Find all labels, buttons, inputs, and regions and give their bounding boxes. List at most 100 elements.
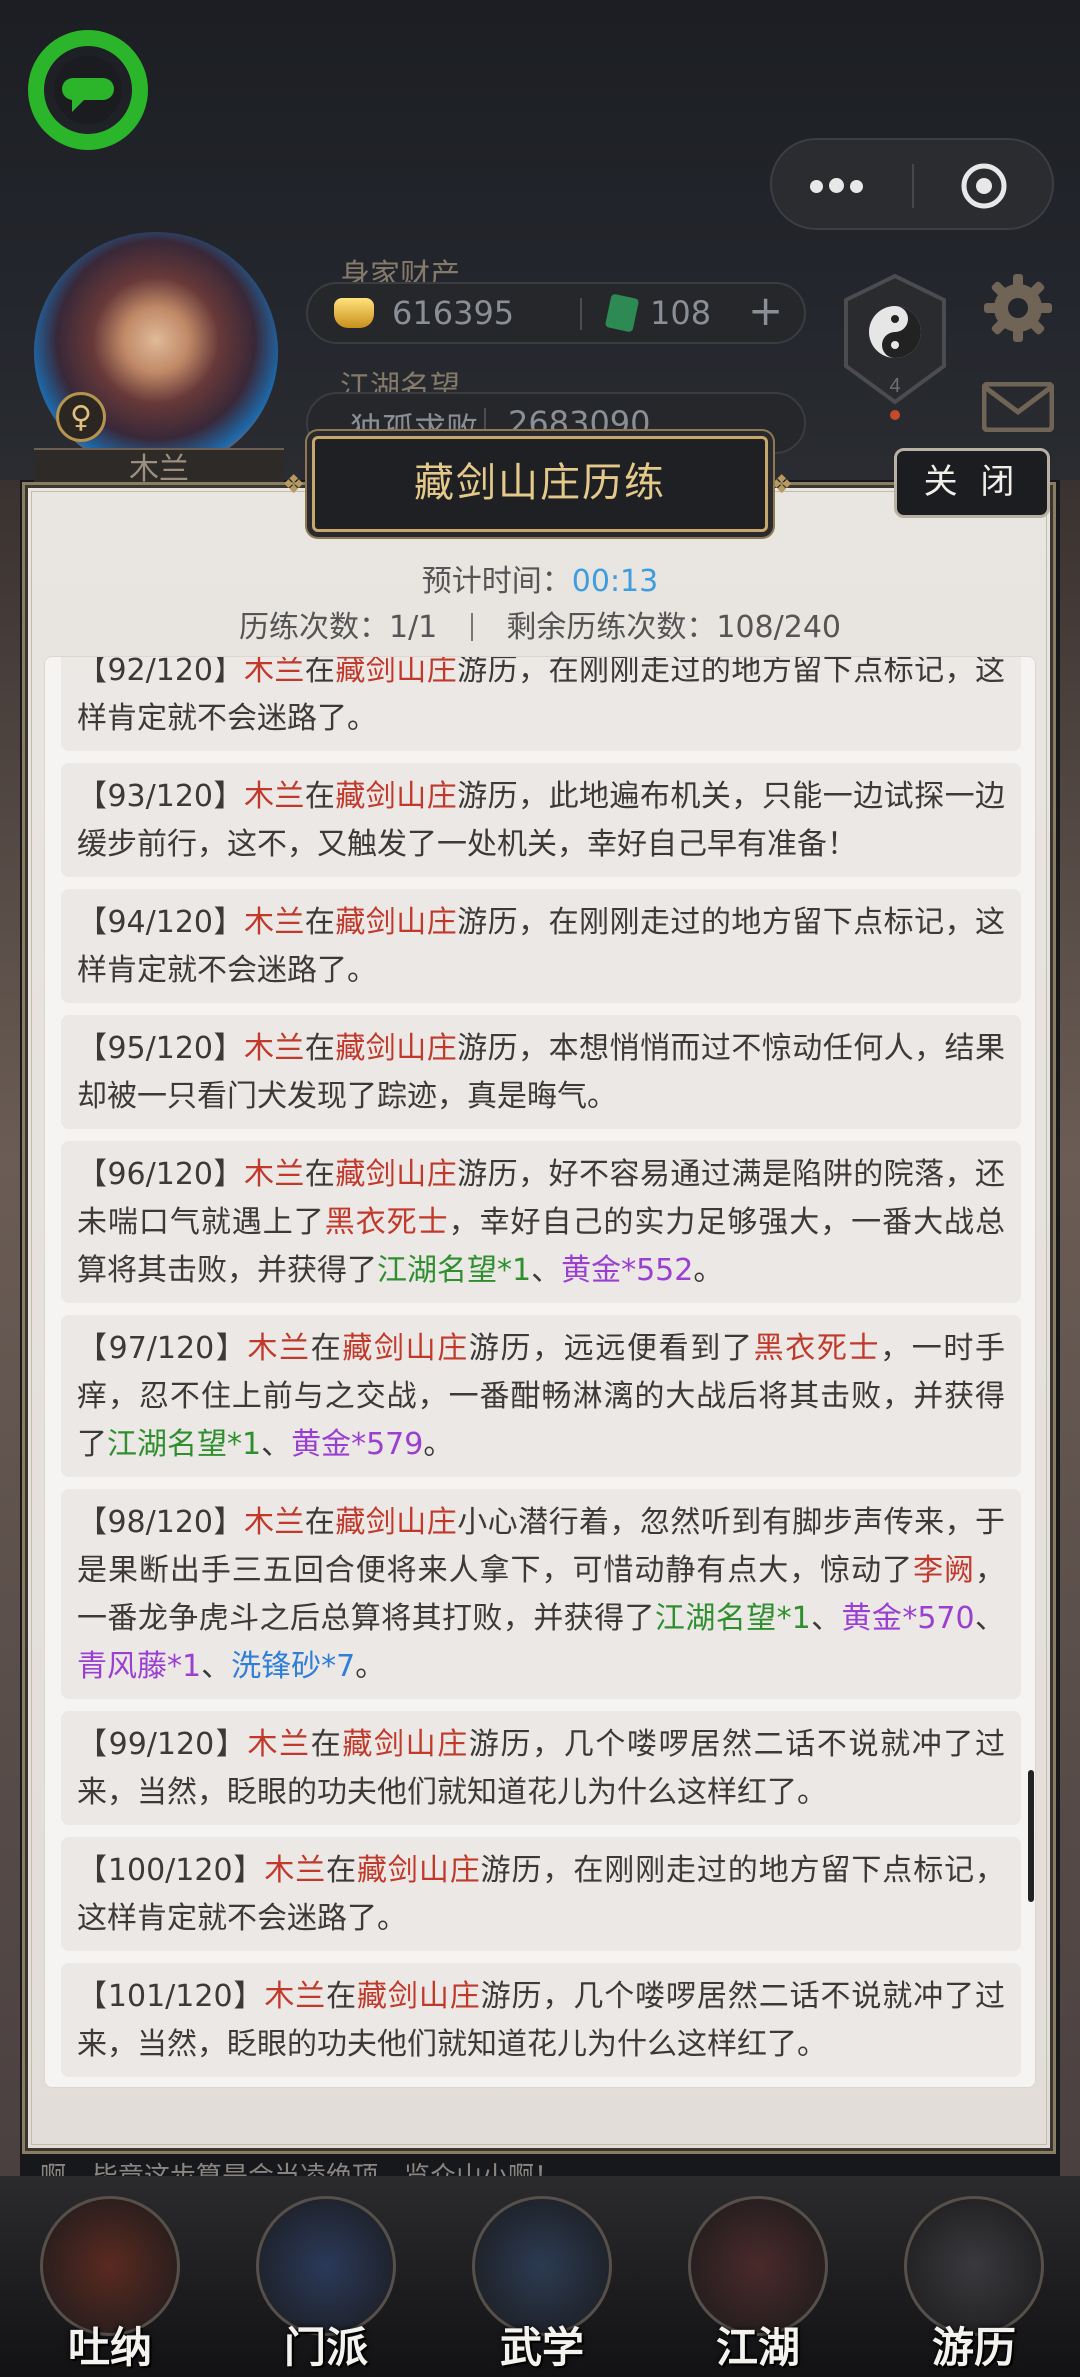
log-highlight-red: 木兰 bbox=[243, 779, 305, 814]
nav-label: 吐纳 bbox=[67, 2323, 152, 2372]
log-text: 。 bbox=[355, 1649, 386, 1684]
log-text: 、 bbox=[201, 1649, 232, 1684]
log-highlight-red: 藏剑山庄 bbox=[335, 905, 458, 940]
log-entry: 【101/120】木兰在藏剑山庄游历，几个喽啰居然二话不说就冲了过来，当然，眨眼… bbox=[61, 1963, 1021, 2077]
add-currency-button[interactable]: + bbox=[748, 286, 783, 335]
close-button[interactable]: 关 闭 bbox=[894, 448, 1050, 518]
nav-item-1[interactable]: 门派 bbox=[246, 2176, 406, 2376]
log-highlight-red: 木兰 bbox=[243, 905, 305, 940]
log-highlight-red: 木兰 bbox=[264, 1853, 327, 1888]
log-highlight-red: 藏剑山庄 bbox=[342, 1727, 469, 1762]
gold-ingot-icon bbox=[334, 298, 374, 328]
training-log[interactable]: 【92/120】木兰在藏剑山庄游历，在刚刚走过的地方留下点标记，这样肯定就不会迷… bbox=[44, 656, 1036, 2088]
jade-icon bbox=[604, 293, 640, 333]
log-highlight-red: 藏剑山庄 bbox=[342, 1331, 469, 1366]
log-text: 在 bbox=[326, 1853, 358, 1888]
log-highlight-red: 黑衣死士 bbox=[753, 1331, 881, 1366]
close-mini-program-icon[interactable] bbox=[960, 162, 1008, 210]
log-text: 在 bbox=[304, 1031, 336, 1066]
mini-program-capsule bbox=[770, 138, 1054, 230]
log-text: 。 bbox=[693, 1253, 724, 1288]
log-entry-index: 【96/120】 bbox=[77, 1157, 244, 1192]
nav-item-4[interactable]: 游历 bbox=[894, 2176, 1054, 2376]
settings-gear-icon[interactable] bbox=[980, 270, 1056, 346]
title-ornament-right: ❖ bbox=[770, 470, 794, 500]
log-entry-index: 【93/120】 bbox=[77, 779, 244, 814]
log-text: 在 bbox=[304, 656, 336, 688]
log-entry-index: 【92/120】 bbox=[77, 656, 244, 688]
log-entry: 【98/120】木兰在藏剑山庄小心潜行着，忽然听到有脚步声传来，于是果断出手三五… bbox=[61, 1489, 1021, 1699]
count-divider bbox=[470, 613, 473, 641]
log-entry: 【97/120】木兰在藏剑山庄游历，远远便看到了黑衣死士，一时手痒，忍不住上前与… bbox=[61, 1315, 1021, 1477]
log-highlight-red: 李阙 bbox=[913, 1553, 976, 1588]
log-highlight-blue: 洗锋砂*7 bbox=[231, 1649, 356, 1684]
log-highlight-red: 黑衣死士 bbox=[324, 1205, 449, 1240]
log-highlight-red: 木兰 bbox=[247, 1331, 311, 1366]
count-value: 1/1 bbox=[388, 610, 438, 645]
background-edge-left bbox=[0, 480, 20, 2180]
background-edge-right bbox=[1060, 480, 1080, 2180]
modal-title: 藏剑山庄历练 bbox=[312, 436, 768, 532]
log-highlight-red: 藏剑山庄 bbox=[335, 779, 458, 814]
log-text: 在 bbox=[304, 1157, 336, 1192]
log-text: 、 bbox=[531, 1253, 562, 1288]
log-highlight-purple: 黄金*579 bbox=[291, 1427, 424, 1462]
nav-label: 门派 bbox=[283, 2323, 368, 2372]
log-text: 在 bbox=[304, 1505, 336, 1540]
log-highlight-red: 藏剑山庄 bbox=[335, 1031, 458, 1066]
log-entry-index: 【97/120】 bbox=[77, 1331, 248, 1366]
remaining-label: 剩余历练次数： bbox=[506, 610, 717, 645]
log-highlight-red: 木兰 bbox=[264, 1979, 327, 2014]
log-entry: 【100/120】木兰在藏剑山庄游历，在刚刚走过的地方留下点标记，这样肯定就不会… bbox=[61, 1837, 1021, 1951]
log-entry-index: 【101/120】 bbox=[77, 1979, 265, 2014]
nav-item-2[interactable]: 武学 bbox=[462, 2176, 622, 2376]
log-highlight-red: 木兰 bbox=[243, 1505, 305, 1540]
gender-badge: ♀ bbox=[56, 392, 106, 442]
currency-bar: 616395 108 + bbox=[306, 282, 806, 344]
remaining-value: 108/240 bbox=[716, 610, 841, 645]
log-highlight-red: 木兰 bbox=[243, 1031, 305, 1066]
log-text: 在 bbox=[304, 779, 336, 814]
log-highlight-red: 藏剑山庄 bbox=[357, 1979, 481, 2014]
log-highlight-red: 藏剑山庄 bbox=[335, 1157, 458, 1192]
taiji-rank-icon[interactable]: 4 bbox=[836, 270, 954, 420]
log-entry: 【93/120】木兰在藏剑山庄游历，此地遍布机关，只能一边试探一边缓步前行，这不… bbox=[61, 763, 1021, 877]
log-entry-index: 【94/120】 bbox=[77, 905, 244, 940]
jade-amount: 108 bbox=[650, 294, 712, 332]
log-highlight-green: 江湖名望*1 bbox=[654, 1601, 811, 1636]
chat-logo-icon bbox=[28, 30, 148, 150]
currency-divider bbox=[580, 298, 582, 330]
log-entry: 【99/120】木兰在藏剑山庄游历，几个喽啰居然二话不说就冲了过来，当然，眨眼的… bbox=[61, 1711, 1021, 1825]
eta-value: 00:13 bbox=[571, 564, 659, 599]
nav-item-3[interactable]: 江湖 bbox=[678, 2176, 838, 2376]
nav-label: 江湖 bbox=[715, 2323, 800, 2372]
log-highlight-red: 木兰 bbox=[243, 656, 305, 688]
eta-row: 预计时间：00:13 bbox=[0, 556, 1080, 600]
log-entry-index: 【100/120】 bbox=[77, 1853, 265, 1888]
log-highlight-red: 藏剑山庄 bbox=[357, 1853, 481, 1888]
log-text: 、 bbox=[261, 1427, 292, 1462]
more-options-icon[interactable] bbox=[810, 178, 869, 197]
log-highlight-red: 木兰 bbox=[247, 1727, 311, 1762]
log-highlight-purple: 青风藤*1 bbox=[77, 1649, 202, 1684]
log-scrollbar[interactable] bbox=[1028, 1770, 1034, 1902]
nav-item-0[interactable]: 吐纳 bbox=[30, 2176, 190, 2376]
log-text: 在 bbox=[310, 1727, 343, 1762]
log-entry-index: 【99/120】 bbox=[77, 1727, 248, 1762]
log-highlight-green: 江湖名望*1 bbox=[107, 1427, 262, 1462]
nav-label: 武学 bbox=[499, 2323, 584, 2372]
bottom-nav: 吐纳 门派 武学 江湖 游历 bbox=[0, 2176, 1080, 2377]
count-row: 历练次数：1/1 剩余历练次数：108/240 bbox=[0, 602, 1080, 646]
title-ornament-left: ❖ bbox=[282, 470, 306, 500]
capsule-divider bbox=[912, 164, 914, 208]
eta-label: 预计时间： bbox=[421, 564, 572, 599]
mail-icon[interactable] bbox=[982, 382, 1054, 432]
count-label: 历练次数： bbox=[238, 610, 389, 645]
log-highlight-red: 藏剑山庄 bbox=[335, 656, 458, 688]
log-text: 、 bbox=[810, 1601, 842, 1636]
log-entry: 【94/120】木兰在藏剑山庄游历，在刚刚走过的地方留下点标记，这样肯定就不会迷… bbox=[61, 889, 1021, 1003]
log-entry-index: 【98/120】 bbox=[77, 1505, 244, 1540]
log-entry: 【95/120】木兰在藏剑山庄游历，本想悄悄而过不惊动任何人，结果却被一只看门犬… bbox=[61, 1015, 1021, 1129]
gold-amount: 616395 bbox=[392, 294, 515, 332]
nav-label: 游历 bbox=[931, 2323, 1016, 2372]
